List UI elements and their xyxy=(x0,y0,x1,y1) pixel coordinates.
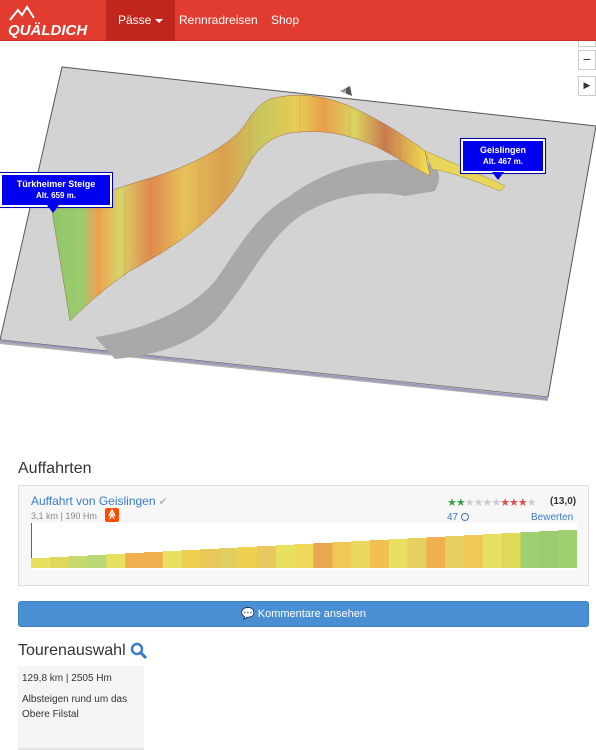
3d-elevation-map[interactable]: N − ▶ Türkheimer Steige Alt. 659 m. Geis… xyxy=(0,41,596,430)
climb-title-link[interactable]: Auffahrt von Geislingen ✔ xyxy=(31,494,168,508)
profile-segment xyxy=(68,556,88,568)
comment-icon: 💬 xyxy=(241,608,255,620)
nav-item-shop[interactable]: Shop xyxy=(259,0,311,41)
site-logo[interactable]: QUÄLDICH xyxy=(8,4,98,39)
play-button[interactable]: ▶ xyxy=(578,76,596,96)
clock-icon xyxy=(460,513,469,521)
tour-card[interactable]: 129,8 km | 2505 Hm Albsteigen rund um da… xyxy=(18,666,144,750)
play-icon: ▶ xyxy=(583,80,591,90)
star-icon: ★★ xyxy=(447,497,466,509)
navbar: QUÄLDICH Pässe Rennradreisen Shop xyxy=(0,0,596,41)
profile-segment xyxy=(426,537,446,568)
profile-segment xyxy=(219,548,239,568)
marker-name: Geislingen xyxy=(479,145,526,155)
votes-count: 47 xyxy=(447,512,469,523)
minus-icon: − xyxy=(582,51,592,67)
profile-segment xyxy=(313,543,333,568)
nav-item-label: Pässe xyxy=(118,13,152,27)
profile-segment xyxy=(332,542,352,568)
zoom-in-button[interactable] xyxy=(578,41,596,47)
climb-panel: Auffahrt von Geislingen ✔ 3,1 km | 190 Hm… xyxy=(18,485,589,586)
nav-item-label: Shop xyxy=(271,13,300,27)
marker-pointer xyxy=(47,205,59,213)
star-icon: ★★★ xyxy=(500,497,528,509)
comments-button-label: Kommentare ansehen xyxy=(257,608,366,620)
profile-segment xyxy=(49,557,70,568)
profile-segment xyxy=(388,539,409,568)
profile-segment xyxy=(125,553,145,568)
marker-end[interactable]: Geislingen Alt. 467 m. xyxy=(460,138,546,174)
profile-segment xyxy=(162,551,183,568)
marker-pointer xyxy=(492,172,504,180)
climb-title: Auffahrt von Geislingen xyxy=(31,494,156,508)
profile-segment xyxy=(482,534,503,568)
profile-segment xyxy=(238,547,258,568)
logo-text: QUÄLDICH xyxy=(8,22,88,38)
nav-item-label: Rennradreisen xyxy=(179,13,258,27)
check-icon: ✔ xyxy=(158,496,168,508)
climb-stats: 3,1 km | 190 Hm xyxy=(31,511,97,521)
rating-stars[interactable]: ★★★★★★★★★★ xyxy=(447,496,537,509)
zoom-out-button[interactable]: − xyxy=(578,50,596,70)
profile-segment xyxy=(501,533,522,568)
section-heading-auffahrten: Auffahrten xyxy=(18,460,92,477)
marker-name: Türkheimer Steige xyxy=(16,179,96,189)
profile-segment xyxy=(106,554,126,568)
svg-text:N: N xyxy=(341,88,346,95)
caret-down-icon xyxy=(155,18,164,23)
section-heading-tourenauswahl: Tourenauswahl xyxy=(18,642,126,659)
profile-segment xyxy=(200,549,220,568)
profile-segment xyxy=(294,544,314,568)
star-icon: ★★★★ xyxy=(464,497,501,509)
profile-segment xyxy=(181,550,201,568)
marker-altitude: Alt. 659 m. xyxy=(35,191,76,200)
profile-segment xyxy=(275,545,296,568)
map-canvas[interactable]: N xyxy=(0,41,596,430)
rating-score: (13,0) xyxy=(550,496,577,507)
marker-start[interactable]: Türkheimer Steige Alt. 659 m. xyxy=(0,172,113,208)
rate-link[interactable]: Bewerten xyxy=(531,512,573,523)
elevation-profile xyxy=(30,523,578,570)
tour-stats: 129,8 km | 2505 Hm xyxy=(22,673,112,684)
profile-segment xyxy=(143,552,164,568)
profile-segment xyxy=(369,540,390,568)
profile-segment xyxy=(31,558,51,568)
profile-segment xyxy=(87,555,107,568)
tour-name: Albsteigen rund um das Obere Filstal xyxy=(22,694,128,720)
profile-segment xyxy=(464,535,484,568)
page: QUÄLDICH Pässe Rennradreisen Shop N − ▶ … xyxy=(0,0,596,750)
profile-segment xyxy=(256,546,277,568)
search-icon[interactable] xyxy=(130,642,148,660)
profile-segment xyxy=(445,536,465,568)
marker-altitude: Alt. 467 m. xyxy=(482,157,523,166)
nav-item-paesse[interactable]: Pässe xyxy=(106,0,176,41)
nav-item-rennradreisen[interactable]: Rennradreisen xyxy=(167,0,270,41)
profile-segment xyxy=(407,538,427,568)
profile-segment xyxy=(539,531,559,568)
profile-segment xyxy=(351,541,371,568)
profile-segment xyxy=(520,532,540,568)
strava-icon[interactable] xyxy=(105,508,119,522)
comments-button[interactable]: 💬 Kommentare ansehen xyxy=(18,601,589,627)
star-icon: ★ xyxy=(526,497,537,509)
profile-segment xyxy=(558,530,578,568)
